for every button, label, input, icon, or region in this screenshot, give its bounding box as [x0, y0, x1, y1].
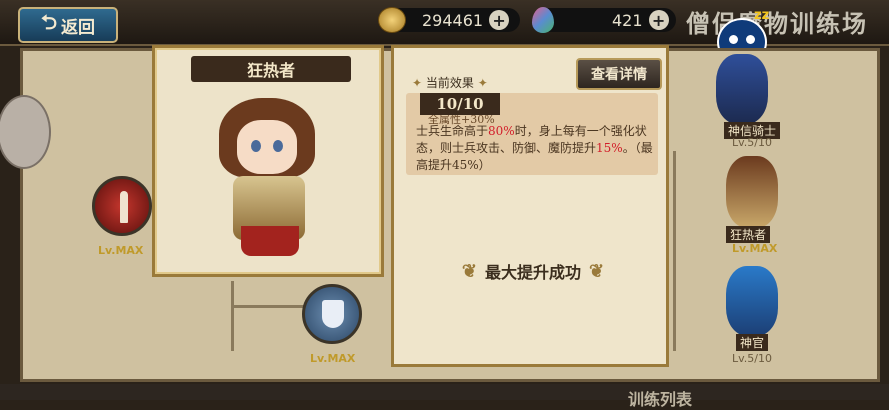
unit-name: 狂热者 [726, 226, 771, 243]
priest-portrait [726, 266, 778, 336]
gem-counter: 421 + [532, 7, 676, 33]
sword-skill-level: Lv.MAX [98, 244, 144, 257]
unit-level: Lv.5/10 [732, 352, 772, 365]
page-title: 僧侣魔物训练场 [686, 9, 868, 38]
gem-icon [532, 7, 554, 33]
sword-skill-node[interactable] [92, 176, 152, 236]
flourish-icon: ❦ [589, 260, 605, 282]
holy-knight-portrait [716, 54, 768, 124]
current-effect-heading: ✦ 当前效果 ✦ [412, 76, 488, 90]
tree-line [673, 151, 676, 351]
tree-line [231, 281, 234, 351]
back-arrow-icon: ⮌ [40, 10, 58, 34]
add-gems-button[interactable]: + [648, 10, 669, 30]
flourish-icon: ❦ [461, 260, 477, 282]
unit-level: Lv.MAX [732, 242, 778, 255]
unit-level: Lv.5/10 [732, 136, 772, 149]
back-button[interactable]: ⮌ 返回 [18, 7, 118, 43]
rank-badge: 10/10 [420, 93, 500, 115]
shield-skill-node[interactable] [302, 284, 362, 344]
effect-description-box: 全属性+30% 10/10 士兵生命高于80%时，身上每有一个强化状态，则士兵攻… [406, 93, 658, 175]
side-tab[interactable] [0, 95, 51, 169]
unit-zealot[interactable]: 狂热者 [712, 152, 792, 247]
bottom-bar [0, 384, 889, 400]
character-name: 狂热者 [191, 56, 351, 82]
gold-amount: 294461 [422, 10, 484, 30]
unit-holy-knight[interactable]: 神信骑士 [702, 50, 782, 145]
effect-description: 士兵生命高于80%时，身上每有一个强化状态，则士兵攻击、防御、魔防提升15%。（… [416, 124, 653, 172]
add-gold-button[interactable]: + [489, 10, 510, 30]
character-card: 狂热者 [152, 45, 384, 277]
gem-amount: 421 [612, 10, 643, 30]
sword-icon [120, 191, 128, 223]
sleep-icon: zz [754, 8, 770, 23]
max-upgrade-success: ❦ 最大提升成功 ❦ [461, 260, 605, 283]
coin-icon [378, 7, 406, 33]
unit-priest[interactable]: 神官 [712, 262, 792, 357]
training-list-label[interactable]: 训练列表 [628, 386, 692, 410]
effect-panel: ✦ 当前效果 ✦ 查看详情 全属性+30% 10/10 士兵生命高于80%时，身… [391, 45, 669, 367]
character-portrait [215, 98, 325, 268]
shield-icon [322, 300, 344, 328]
view-details-button[interactable]: 查看详情 [576, 58, 662, 90]
shield-skill-level: Lv.MAX [310, 352, 356, 365]
back-button-label: 返回 [61, 17, 96, 38]
zealot-portrait [726, 156, 778, 228]
tree-line [231, 305, 311, 308]
unit-name: 神官 [736, 334, 769, 351]
gold-counter: 294461 + [378, 7, 520, 33]
